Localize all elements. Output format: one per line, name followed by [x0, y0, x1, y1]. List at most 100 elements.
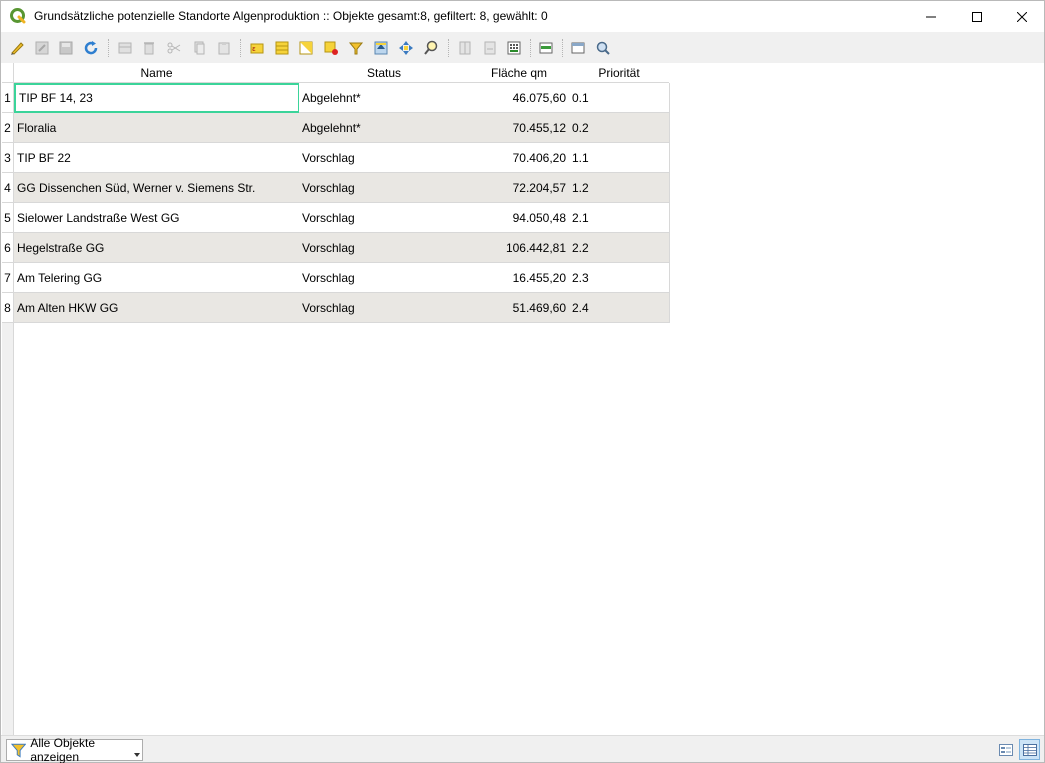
cell-prioritaet[interactable]: 1.1 [569, 143, 670, 173]
select-all-icon [275, 41, 289, 55]
attribute-table-toolbar: ε [1, 32, 1044, 63]
window-title: Grundsätzliche potenzielle Standorte Alg… [34, 9, 548, 23]
cell-prioritaet[interactable]: 2.2 [569, 233, 670, 263]
copy-button[interactable] [188, 37, 210, 59]
cell-status[interactable]: Vorschlag [299, 293, 470, 323]
move-selection-to-top-icon [374, 41, 388, 55]
cell-name[interactable]: Am Alten HKW GG [14, 293, 300, 323]
cell-status[interactable]: Vorschlag [299, 263, 470, 293]
minimize-icon [926, 16, 936, 17]
deselect-all-button[interactable] [320, 37, 342, 59]
column-header-status[interactable]: Status [299, 63, 470, 83]
cell-name[interactable]: Hegelstraße GG [14, 233, 300, 263]
cell-status[interactable]: Vorschlag [299, 233, 470, 263]
field-calculator-icon [507, 41, 521, 55]
table-corner[interactable] [2, 63, 14, 83]
row-number[interactable]: 4 [2, 173, 14, 203]
table-view-button[interactable] [1019, 739, 1040, 760]
maximize-icon [972, 11, 982, 22]
invert-selection-icon [299, 41, 313, 55]
row-number[interactable]: 7 [2, 263, 14, 293]
delete-feature-button[interactable] [138, 37, 160, 59]
filter-icon [11, 743, 27, 758]
cell-flaeche[interactable]: 94.050,48 [469, 203, 570, 233]
cell-name[interactable]: TIP BF 22 [14, 143, 300, 173]
svg-text:ε: ε [252, 45, 256, 53]
cell-name[interactable]: TIP BF 14, 23 [14, 83, 300, 113]
cell-prioritaet[interactable]: 1.2 [569, 173, 670, 203]
zoom-to-selection-button[interactable] [420, 37, 442, 59]
cell-status[interactable]: Abgelehnt* [299, 83, 470, 113]
cut-button[interactable] [163, 37, 185, 59]
multi-edit-icon [35, 41, 49, 55]
delete-field-icon [484, 41, 496, 55]
cell-prioritaet[interactable]: 2.1 [569, 203, 670, 233]
cell-name[interactable]: Floralia [14, 113, 300, 143]
pan-to-selection-button[interactable] [395, 37, 417, 59]
cell-flaeche[interactable]: 16.455,20 [469, 263, 570, 293]
delete-feature-icon [144, 42, 154, 55]
column-header-flaeche[interactable]: Fläche qm [469, 63, 570, 83]
cell-status[interactable]: Vorschlag [299, 173, 470, 203]
form-view-button[interactable] [995, 739, 1016, 760]
cell-status[interactable]: Vorschlag [299, 203, 470, 233]
save-edits-button[interactable] [55, 37, 77, 59]
cell-prioritaet[interactable]: 2.3 [569, 263, 670, 293]
row-number[interactable]: 8 [2, 293, 14, 323]
reload-button[interactable] [80, 37, 102, 59]
cell-status[interactable]: Abgelehnt* [299, 113, 470, 143]
cell-prioritaet[interactable]: 2.4 [569, 293, 670, 323]
row-number[interactable]: 3 [2, 143, 14, 173]
header-filler [669, 63, 1043, 83]
dock-table-button[interactable] [592, 37, 614, 59]
cell-name[interactable]: Am Telering GG [14, 263, 300, 293]
toolbar-separator [530, 39, 531, 57]
delete-field-button[interactable] [479, 37, 501, 59]
select-by-expression-icon: ε [250, 43, 264, 54]
save-edits-icon [59, 41, 73, 55]
row-number[interactable]: 6 [2, 233, 14, 263]
field-calculator-button[interactable] [503, 37, 525, 59]
conditional-formatting-button[interactable] [535, 37, 557, 59]
row-number[interactable]: 2 [2, 113, 14, 143]
qgis-logo-icon [10, 8, 26, 24]
status-bar: Alle Objekte anzeigen [1, 735, 1044, 763]
row-number[interactable]: 1 [2, 83, 14, 113]
show-features-filter-button[interactable]: Alle Objekte anzeigen [6, 736, 143, 763]
paste-button[interactable] [213, 37, 235, 59]
title-bar[interactable]: Grundsätzliche potenzielle Standorte Alg… [1, 1, 1044, 32]
attribute-table: Name Status Fläche qm Priorität 1 TIP BF… [2, 63, 1043, 735]
maximize-button[interactable] [954, 1, 1000, 32]
invert-selection-button[interactable] [295, 37, 317, 59]
table-view-icon [1022, 743, 1037, 756]
move-selection-top-button[interactable] [370, 37, 392, 59]
column-header-prioritaet[interactable]: Priorität [569, 63, 670, 83]
cell-flaeche[interactable]: 70.406,20 [469, 143, 570, 173]
select-all-button[interactable] [271, 37, 293, 59]
multi-edit-button[interactable] [31, 37, 53, 59]
cell-flaeche[interactable]: 106.442,81 [469, 233, 570, 263]
cell-status[interactable]: Vorschlag [299, 143, 470, 173]
cell-name[interactable]: GG Dissenchen Süd, Werner v. Siemens Str… [14, 173, 300, 203]
new-field-button[interactable] [454, 37, 476, 59]
cell-name[interactable]: Sielower Landstraße West GG [14, 203, 300, 233]
toggle-editing-button[interactable] [6, 37, 28, 59]
select-by-expression-button[interactable]: ε [246, 37, 268, 59]
filter-select-button[interactable] [345, 37, 367, 59]
filter-select-icon [348, 42, 364, 55]
cell-prioritaet[interactable]: 0.1 [569, 83, 670, 113]
cell-flaeche[interactable]: 70.455,12 [469, 113, 570, 143]
cell-prioritaet[interactable]: 0.2 [569, 113, 670, 143]
minimize-button[interactable] [908, 1, 954, 32]
cell-flaeche[interactable]: 51.469,60 [469, 293, 570, 323]
row-number[interactable]: 5 [2, 203, 14, 233]
column-header-name[interactable]: Name [14, 63, 300, 83]
dock-table-icon [596, 41, 610, 55]
close-button[interactable] [999, 1, 1045, 32]
cell-flaeche[interactable]: 46.075,60 [469, 83, 570, 113]
paste-icon [218, 42, 230, 55]
toolbar-separator [108, 39, 109, 57]
actions-button[interactable] [567, 37, 589, 59]
cell-flaeche[interactable]: 72.204,57 [469, 173, 570, 203]
add-feature-button[interactable] [114, 37, 136, 59]
